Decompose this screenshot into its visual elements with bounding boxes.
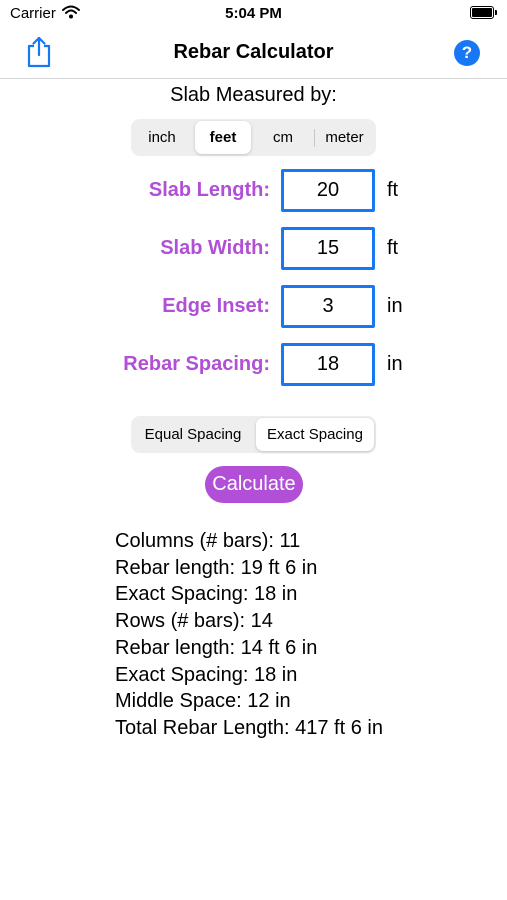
rebar-spacing-label: Rebar Spacing: xyxy=(123,353,270,375)
spacing-mode-control: Equal Spacing Exact Spacing xyxy=(131,416,376,453)
segment-equal-spacing[interactable]: Equal Spacing xyxy=(133,418,253,451)
edge-inset-label: Edge Inset: xyxy=(162,295,270,317)
page-title: Rebar Calculator xyxy=(173,41,334,63)
slab-width-label: Slab Width: xyxy=(160,237,270,259)
status-bar: Carrier 5:04 PM xyxy=(0,0,507,28)
result-line: Rebar length: 19 ft 6 in xyxy=(115,556,318,579)
segment-inch[interactable]: inch xyxy=(133,121,191,154)
result-line: Rebar length: 14 ft 6 in xyxy=(115,636,318,659)
edge-inset-unit: in xyxy=(387,295,403,317)
segment-feet[interactable]: feet xyxy=(195,121,251,154)
result-line: Total Rebar Length: 417 ft 6 in xyxy=(115,716,383,739)
slab-length-input[interactable]: 20 xyxy=(281,169,375,212)
segment-meter[interactable]: meter xyxy=(315,121,374,154)
result-line: Exact Spacing: 18 in xyxy=(115,663,298,686)
help-icon[interactable]: ? xyxy=(454,40,480,66)
calculate-button[interactable]: Calculate xyxy=(205,466,303,503)
slab-length-unit: ft xyxy=(387,179,399,201)
result-line: Columns (# bars): 11 xyxy=(115,530,301,552)
slab-width-unit: ft xyxy=(387,237,399,259)
segment-cm[interactable]: cm xyxy=(253,121,313,154)
slab-length-label: Slab Length: xyxy=(148,179,270,201)
navigation-bar: Rebar Calculator ? xyxy=(0,28,507,79)
battery-icon xyxy=(470,6,497,19)
slab-width-input[interactable]: 15 xyxy=(281,227,375,270)
result-line: Exact Spacing: 18 in xyxy=(115,583,298,606)
result-line: Middle Space: 12 in xyxy=(115,690,291,713)
result-line: Rows (# bars): 14 xyxy=(115,610,273,633)
rebar-spacing-input[interactable]: 18 xyxy=(281,343,375,386)
status-time: 5:04 PM xyxy=(225,5,282,22)
edge-inset-input[interactable]: 3 xyxy=(281,285,375,328)
results-panel: Columns (# bars): 11 Rebar length: 19 ft… xyxy=(115,528,383,742)
unit-segmented-control: inch feet cm meter xyxy=(131,119,376,156)
measured-by-label: Slab Measured by: xyxy=(170,84,337,106)
segment-exact-spacing[interactable]: Exact Spacing xyxy=(256,418,374,451)
rebar-spacing-unit: in xyxy=(387,353,403,375)
